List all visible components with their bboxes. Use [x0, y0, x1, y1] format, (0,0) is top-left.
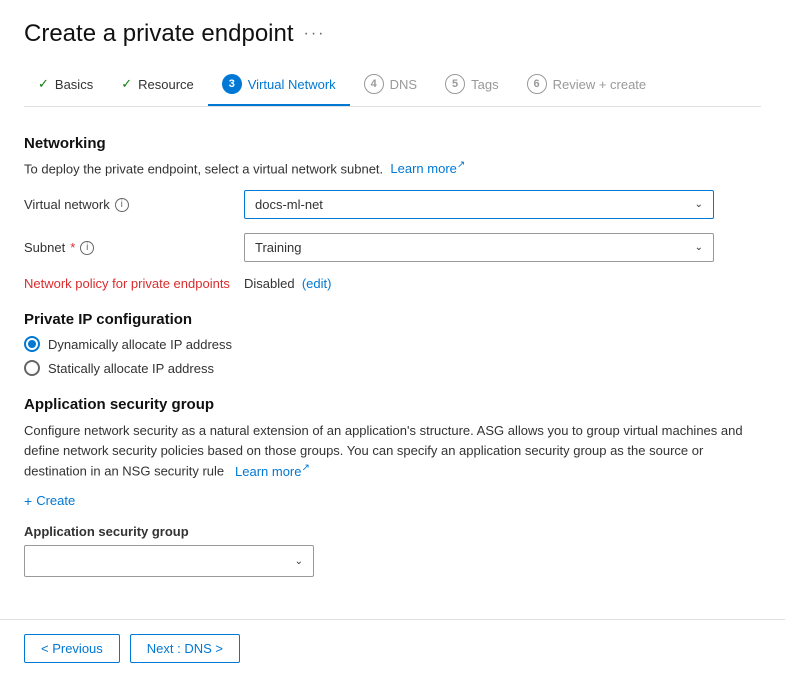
step-label-tags: Tags: [471, 77, 498, 92]
asg-dropdown-label: Application security group: [24, 524, 761, 539]
subnet-dropdown[interactable]: Training ⌄: [244, 233, 714, 262]
asg-section: Application security group Configure net…: [24, 396, 761, 577]
step-number-tags: 5: [445, 74, 465, 94]
networking-subtitle: To deploy the private endpoint, select a…: [24, 160, 761, 176]
virtual-network-info-icon[interactable]: i: [115, 198, 129, 212]
learn-more-networking[interactable]: Learn more↗: [390, 161, 465, 176]
radio-static-label: Statically allocate IP address: [48, 361, 214, 376]
ip-config-title: Private IP configuration: [24, 311, 761, 328]
radio-dynamic[interactable]: Dynamically allocate IP address: [24, 336, 761, 352]
network-policy-value: Disabled (edit): [244, 276, 331, 291]
step-tags[interactable]: 5 Tags: [431, 66, 512, 106]
asg-title: Application security group: [24, 396, 761, 413]
step-label-resource: Resource: [138, 77, 194, 92]
network-policy-edit-link[interactable]: (edit): [302, 276, 332, 291]
ip-config-radio-group: Dynamically allocate IP address Statical…: [24, 336, 761, 376]
step-virtual-network[interactable]: 3 Virtual Network: [208, 66, 350, 106]
radio-dynamic-circle: [24, 336, 40, 352]
wizard-steps: ✓ Basics ✓ Resource 3 Virtual Network 4 …: [24, 66, 761, 107]
step-label-review: Review + create: [553, 77, 647, 92]
external-link-asg-icon: ↗: [302, 462, 310, 473]
next-button[interactable]: Next : DNS >: [130, 634, 240, 663]
asg-create-link[interactable]: + Create: [24, 493, 761, 508]
check-icon-basics: ✓: [38, 76, 49, 92]
step-basics[interactable]: ✓ Basics: [24, 68, 107, 104]
radio-static[interactable]: Statically allocate IP address: [24, 360, 761, 376]
step-resource[interactable]: ✓ Resource: [107, 68, 208, 104]
ellipsis-menu[interactable]: ···: [304, 25, 326, 43]
asg-chevron-icon: ⌄: [295, 556, 303, 567]
plus-icon: +: [24, 494, 32, 508]
step-label-virtual-network: Virtual Network: [248, 77, 336, 92]
subnet-chevron-icon: ⌄: [695, 242, 703, 253]
external-link-icon: ↗: [457, 160, 465, 171]
step-number-review: 6: [527, 74, 547, 94]
network-policy-row: Network policy for private endpoints Dis…: [24, 276, 761, 291]
asg-description: Configure network security as a natural …: [24, 421, 761, 481]
page-title: Create a private endpoint: [24, 20, 294, 48]
asg-dropdown[interactable]: ⌄: [24, 545, 314, 577]
networking-section: Networking To deploy the private endpoin…: [24, 135, 761, 291]
learn-more-asg[interactable]: Learn more↗: [231, 464, 310, 479]
ip-config-section: Private IP configuration Dynamically all…: [24, 311, 761, 376]
step-review[interactable]: 6 Review + create: [513, 66, 661, 106]
step-number-virtual-network: 3: [222, 74, 242, 94]
subnet-info-icon[interactable]: i: [80, 241, 94, 255]
check-icon-resource: ✓: [121, 76, 132, 92]
step-label-basics: Basics: [55, 77, 93, 92]
networking-title: Networking: [24, 135, 761, 152]
radio-dynamic-label: Dynamically allocate IP address: [48, 337, 232, 352]
subnet-required-star: *: [70, 240, 75, 255]
step-label-dns: DNS: [390, 77, 417, 92]
step-number-dns: 4: [364, 74, 384, 94]
network-policy-label: Network policy for private endpoints: [24, 276, 244, 291]
virtual-network-label: Virtual network i: [24, 197, 244, 212]
content-area: Networking To deploy the private endpoin…: [24, 131, 761, 617]
step-dns[interactable]: 4 DNS: [350, 66, 431, 106]
virtual-network-dropdown[interactable]: docs-ml-net ⌄: [244, 190, 714, 219]
subnet-label: Subnet * i: [24, 240, 244, 255]
radio-static-circle: [24, 360, 40, 376]
footer: < Previous Next : DNS >: [0, 619, 785, 677]
virtual-network-row: Virtual network i docs-ml-net ⌄: [24, 190, 761, 219]
virtual-network-chevron-icon: ⌄: [695, 199, 703, 210]
previous-button[interactable]: < Previous: [24, 634, 120, 663]
subnet-row: Subnet * i Training ⌄: [24, 233, 761, 262]
